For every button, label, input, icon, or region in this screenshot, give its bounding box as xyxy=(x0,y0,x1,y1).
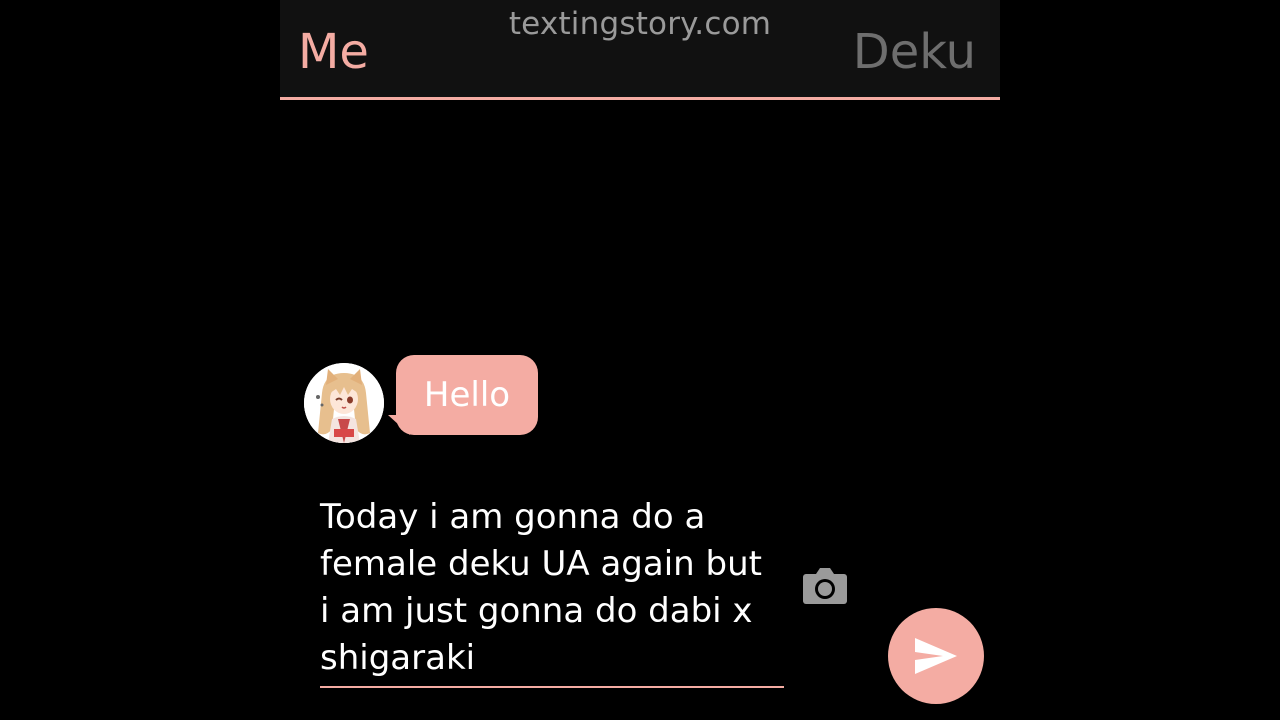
avatar xyxy=(304,363,384,443)
send-button[interactable] xyxy=(888,608,984,704)
send-arrow-icon xyxy=(915,638,957,674)
message-input[interactable]: Today i am gonna do a female deku UA aga… xyxy=(320,494,790,682)
chat-screen: textingstory.com Me Deku Hello Today i a… xyxy=(280,0,1000,720)
participant-deku-tab[interactable]: Deku xyxy=(853,24,976,80)
anime-avatar-icon xyxy=(304,363,384,443)
input-underline xyxy=(320,686,784,688)
camera-button[interactable] xyxy=(801,566,849,606)
participant-me-tab[interactable]: Me xyxy=(298,24,369,80)
camera-icon xyxy=(803,568,847,604)
chat-header: textingstory.com Me Deku xyxy=(280,0,1000,100)
message-bubble[interactable]: Hello xyxy=(396,355,538,435)
